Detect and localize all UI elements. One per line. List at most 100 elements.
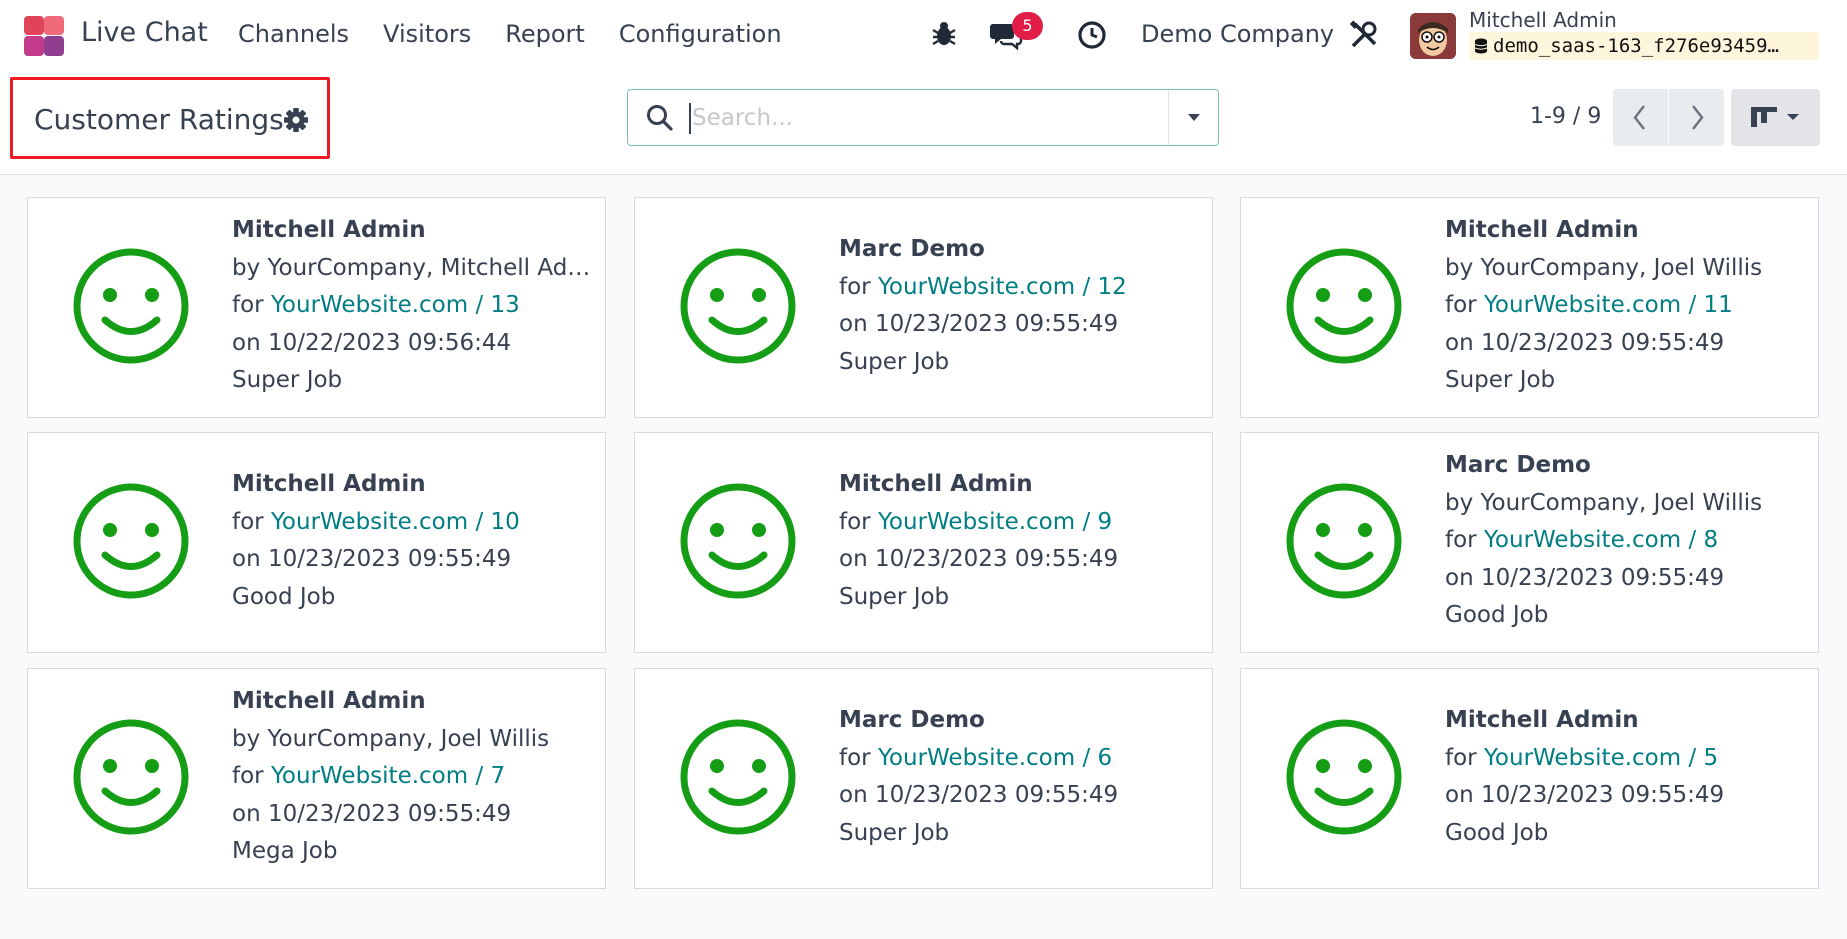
smiley-face-icon xyxy=(73,483,189,599)
menu-visitors[interactable]: Visitors xyxy=(383,20,471,48)
rating-for-prefix: for xyxy=(232,763,271,789)
rating-comment: Super Job xyxy=(232,367,343,393)
rating-comment: Super Job xyxy=(839,348,950,375)
rating-for-line: for YourWebsite.com / 9 xyxy=(839,504,1118,542)
user-name[interactable]: Mitchell Admin xyxy=(1469,8,1617,32)
rating-info: Mitchell Admin for YourWebsite.com / 9 on … xyxy=(839,466,1118,616)
rating-date: on 10/23/2023 09:55:49 xyxy=(1445,329,1725,356)
smiley-face-icon xyxy=(680,483,796,599)
rating-card[interactable]: Mitchell Admin for YourWebsite.com / 5 on … xyxy=(1240,668,1819,889)
pager-value[interactable]: 1-9 / 9 xyxy=(1530,104,1601,129)
gear-icon[interactable] xyxy=(283,107,309,133)
rating-partner-name: Marc Demo xyxy=(1445,452,1591,478)
rating-date: on 10/23/2023 09:55:49 xyxy=(839,546,1119,572)
rating-for-line: for YourWebsite.com / 5 xyxy=(1445,740,1724,778)
rating-info: Marc Demo for YourWebsite.com / 12 on 10/2… xyxy=(839,231,1127,381)
rating-date: on 10/23/2023 09:55:49 xyxy=(839,782,1119,808)
rating-partner-name: Marc Demo xyxy=(839,236,985,262)
control-panel: Customer Ratings 1-9 / 9 xyxy=(0,71,1847,175)
rating-info: Mitchell Admin by YourCompany, Joel Willi… xyxy=(1445,212,1762,400)
rating-card[interactable]: Mitchell Admin by YourCompany, Joel Willi… xyxy=(1240,197,1819,418)
rating-by-line: by YourCompany, Joel Willis xyxy=(1445,489,1763,516)
rating-for-prefix: for xyxy=(839,273,878,300)
rating-record-link[interactable]: YourWebsite.com / 12 xyxy=(878,274,1127,300)
rating-info: Mitchell Admin for YourWebsite.com / 10 on… xyxy=(232,466,520,616)
chevron-right-icon xyxy=(1692,105,1704,130)
smiley-face-icon xyxy=(680,719,796,835)
bug-icon[interactable] xyxy=(930,20,958,48)
top-navbar: Live Chat Channels Visitors Report Confi… xyxy=(0,0,1847,71)
avatar-face-icon xyxy=(1410,13,1456,59)
rating-date: on 10/23/2023 09:55:49 xyxy=(232,800,512,827)
rating-comment: Good Job xyxy=(232,583,336,610)
rating-for-prefix: for xyxy=(232,292,271,318)
rating-for-prefix: for xyxy=(1445,744,1484,771)
rating-for-prefix: for xyxy=(839,744,878,771)
search-icon[interactable] xyxy=(645,103,675,133)
clock-icon[interactable] xyxy=(1077,20,1107,50)
rating-info: Mitchell Admin by YourCompany, Joel Willi… xyxy=(232,683,549,871)
rating-for-prefix: for xyxy=(839,508,878,535)
rating-record-link[interactable]: YourWebsite.com / 11 xyxy=(1484,292,1733,318)
rating-card[interactable]: Marc Demo for YourWebsite.com / 12 on 10/2… xyxy=(634,197,1213,418)
rating-record-link[interactable]: YourWebsite.com / 13 xyxy=(271,292,520,318)
rating-for-line: for YourWebsite.com / 13 xyxy=(232,287,590,325)
chat-badge: 5 xyxy=(1012,12,1043,40)
rating-comment: Good Job xyxy=(1445,819,1549,846)
rating-for-line: for YourWebsite.com / 7 xyxy=(232,758,549,796)
rating-record-link[interactable]: YourWebsite.com / 8 xyxy=(1484,527,1718,553)
pager-previous-button[interactable] xyxy=(1613,89,1668,146)
rating-by-line: by YourCompany, Mitchell Ad… xyxy=(232,254,591,281)
view-switcher-button[interactable] xyxy=(1731,89,1820,146)
rating-for-prefix: for xyxy=(1445,527,1484,553)
menu-report[interactable]: Report xyxy=(505,20,585,48)
database-chip: demo_saas-163_f276e93459… xyxy=(1469,32,1819,60)
chevron-left-icon xyxy=(1633,105,1645,130)
rating-info: Marc Demo for YourWebsite.com / 6 on 10/23… xyxy=(839,702,1118,852)
user-avatar[interactable] xyxy=(1410,13,1456,59)
rating-record-link[interactable]: YourWebsite.com / 6 xyxy=(878,745,1112,771)
company-switcher[interactable]: Demo Company xyxy=(1141,20,1334,48)
search-bar xyxy=(627,89,1219,146)
smiley-face-icon xyxy=(73,248,189,364)
rating-partner-name: Mitchell Admin xyxy=(839,471,1033,497)
smiley-face-icon xyxy=(1286,248,1402,364)
rating-for-line: for YourWebsite.com / 11 xyxy=(1445,287,1762,325)
rating-info: Marc Demo by YourCompany, Joel Willis for … xyxy=(1445,447,1762,635)
rating-card[interactable]: Marc Demo by YourCompany, Joel Willis for … xyxy=(1240,432,1819,653)
app-title[interactable]: Live Chat xyxy=(81,17,208,48)
main-menu: Channels Visitors Report Configuration xyxy=(238,20,782,48)
rating-card[interactable]: Mitchell Admin by YourCompany, Joel Willi… xyxy=(27,668,606,889)
smiley-face-icon xyxy=(1286,719,1402,835)
rating-for-line: for YourWebsite.com / 12 xyxy=(839,269,1127,307)
rating-date: on 10/23/2023 09:55:49 xyxy=(1445,564,1725,591)
rating-record-link[interactable]: YourWebsite.com / 5 xyxy=(1484,745,1718,771)
rating-card[interactable]: Mitchell Admin by YourCompany, Mitchell A… xyxy=(27,197,606,418)
app-logo-icon[interactable] xyxy=(24,16,66,56)
tools-icon[interactable] xyxy=(1349,20,1379,50)
rating-comment: Mega Job xyxy=(232,838,338,864)
rating-record-link[interactable]: YourWebsite.com / 10 xyxy=(271,509,520,535)
rating-date: on 10/23/2023 09:55:49 xyxy=(839,311,1119,337)
menu-configuration[interactable]: Configuration xyxy=(619,20,782,48)
rating-partner-name: Marc Demo xyxy=(839,707,985,733)
search-dropdown-toggle-icon[interactable] xyxy=(1169,90,1219,145)
menu-channels[interactable]: Channels xyxy=(238,20,349,48)
rating-partner-name: Mitchell Admin xyxy=(1445,707,1639,733)
rating-comment: Super Job xyxy=(1445,367,1556,393)
rating-info: Mitchell Admin by YourCompany, Mitchell A… xyxy=(232,212,590,400)
rating-for-prefix: for xyxy=(1445,292,1484,318)
rating-card[interactable]: Marc Demo for YourWebsite.com / 6 on 10/23… xyxy=(634,668,1213,889)
rating-date: on 10/22/2023 09:56:44 xyxy=(232,329,512,356)
rating-record-link[interactable]: YourWebsite.com / 7 xyxy=(271,763,505,789)
search-input[interactable] xyxy=(688,98,1088,138)
rating-comment: Good Job xyxy=(1445,602,1549,628)
smiley-face-icon xyxy=(680,248,796,364)
pager-next-button[interactable] xyxy=(1669,89,1724,146)
rating-card[interactable]: Mitchell Admin for YourWebsite.com / 9 on … xyxy=(634,432,1213,653)
rating-for-line: for YourWebsite.com / 6 xyxy=(839,740,1118,778)
rating-by-line: by YourCompany, Joel Willis xyxy=(232,725,550,752)
rating-card[interactable]: Mitchell Admin for YourWebsite.com / 10 on… xyxy=(27,432,606,653)
rating-partner-name: Mitchell Admin xyxy=(232,471,426,497)
rating-record-link[interactable]: YourWebsite.com / 9 xyxy=(878,509,1112,535)
